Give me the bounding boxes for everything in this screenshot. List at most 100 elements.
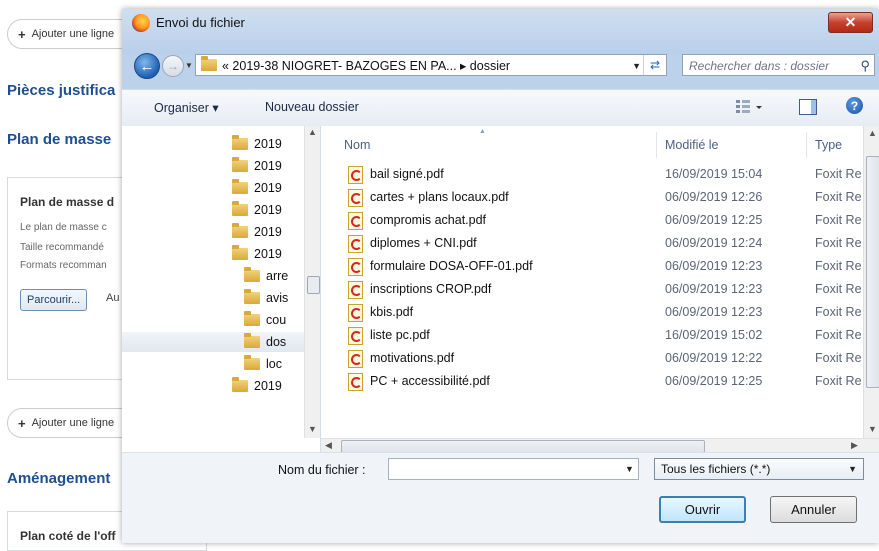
dialog-content: ▲ ▼ 2019 2019 2019 2019 2019 2019 arre avis cou d…	[122, 126, 879, 453]
close-button[interactable]: ✕	[828, 12, 873, 33]
scroll-left-icon[interactable]: ◀	[325, 440, 332, 451]
file-type: Foxit Re	[815, 236, 862, 250]
browse-button[interactable]: Parcourir...	[20, 289, 88, 311]
tree-item[interactable]: 2019	[122, 222, 304, 242]
tree-item[interactable]: arre	[122, 266, 304, 286]
file-row[interactable]: kbis.pdf 06/09/2019 12:23 Foxit Re	[321, 302, 862, 324]
filetype-select[interactable]: Tous les fichiers (*.*) ▼	[654, 458, 864, 480]
dialog-footer: Nom du fichier : ▼ Tous les fichiers (*.…	[122, 452, 879, 543]
file-modified: 16/09/2019 15:02	[665, 328, 763, 342]
folder-icon	[244, 267, 260, 282]
file-row[interactable]: PC + accessibilité.pdf 06/09/2019 12:25 Fo…	[321, 371, 862, 393]
scroll-down-icon[interactable]: ▼	[308, 424, 317, 434]
tree-item-label: 2019	[254, 203, 282, 217]
browse-status: Au	[106, 292, 120, 304]
chevron-down-icon[interactable]: ▼	[632, 61, 641, 71]
card-title: Plan de masse d	[20, 195, 115, 209]
new-folder-button[interactable]: Nouveau dossier	[265, 100, 359, 114]
file-name: liste pc.pdf	[370, 328, 430, 342]
vertical-scrollbar-thumb[interactable]	[866, 156, 879, 388]
add-line-label: Ajouter une ligne	[31, 417, 115, 429]
file-type: Foxit Re	[815, 374, 862, 388]
file-modified: 06/09/2019 12:24	[665, 236, 763, 250]
search-box[interactable]: ⚲	[682, 54, 875, 76]
tree-item[interactable]: 2019	[122, 376, 304, 396]
open-button[interactable]: Ouvrir	[659, 496, 746, 523]
column-header-type[interactable]: Type	[815, 138, 842, 152]
folder-icon	[232, 179, 248, 194]
file-row[interactable]: formulaire DOSA-OFF-01.pdf 06/09/2019 12:…	[321, 256, 862, 278]
tree-item-label: loc	[266, 357, 282, 371]
pdf-file-icon	[348, 235, 363, 253]
scroll-down-icon[interactable]: ▼	[868, 424, 877, 434]
search-icon[interactable]: ⚲	[860, 58, 870, 74]
file-row[interactable]: liste pc.pdf 16/09/2019 15:02 Foxit Re	[321, 325, 862, 347]
tree-item[interactable]: avis	[122, 288, 304, 308]
card-desc-3: Formats recomman	[20, 260, 107, 271]
pdf-file-icon	[348, 373, 363, 391]
file-row[interactable]: motivations.pdf 06/09/2019 12:22 Foxit Re	[321, 348, 862, 370]
refresh-icon[interactable]: ⇄	[643, 55, 666, 75]
section-title-amenagement: Aménagement	[7, 470, 111, 487]
tree-item[interactable]: cou	[122, 310, 304, 330]
back-arrow-icon[interactable]: ←	[134, 53, 160, 79]
tree-item[interactable]: 2019	[122, 200, 304, 220]
column-header-modified[interactable]: Modifié le	[665, 138, 719, 152]
pdf-file-icon	[348, 189, 363, 207]
help-icon[interactable]: ?	[846, 97, 863, 114]
folder-icon	[232, 135, 248, 150]
preview-pane-icon[interactable]	[799, 99, 817, 115]
file-list-horizontal-scrollbar[interactable]: ◀ ▶	[321, 438, 879, 453]
cancel-button[interactable]: Annuler	[770, 496, 857, 523]
tree-item[interactable]: dos	[122, 332, 304, 352]
tree-item[interactable]: loc	[122, 354, 304, 374]
column-separator[interactable]	[656, 132, 657, 158]
file-row[interactable]: bail signé.pdf 16/09/2019 15:04 Foxit Re	[321, 164, 862, 186]
file-row[interactable]: diplomes + CNI.pdf 06/09/2019 12:24 Foxit …	[321, 233, 862, 255]
file-row[interactable]: inscriptions CROP.pdf 06/09/2019 12:23 Fox…	[321, 279, 862, 301]
column-header-name[interactable]: Nom	[344, 138, 370, 152]
file-type: Foxit Re	[815, 190, 862, 204]
tree-item[interactable]: 2019	[122, 156, 304, 176]
tree-item-label: 2019	[254, 247, 282, 261]
tree-item-label: arre	[266, 269, 289, 283]
tree-item-label: avis	[266, 291, 289, 305]
folder-icon	[232, 157, 248, 172]
history-dropdown-icon[interactable]: ▼	[185, 61, 193, 70]
file-list: Nom ▲ Modifié le Type bail signé.pdf 16/0…	[321, 126, 879, 438]
column-separator[interactable]	[806, 132, 807, 158]
tree-item-label: dos	[266, 335, 287, 349]
tree-scrollbar-thumb[interactable]	[307, 276, 320, 294]
search-input[interactable]	[687, 57, 851, 75]
tree-item-label: 2019	[254, 159, 282, 173]
address-bar[interactable]: « 2019-38 NIOGRET- BAZOGES EN PA... ▸ do…	[195, 54, 667, 76]
pdf-file-icon	[348, 258, 363, 276]
forward-arrow-icon[interactable]: →	[162, 55, 184, 77]
tree-item-label: 2019	[254, 181, 282, 195]
tree-item[interactable]: 2019	[122, 244, 304, 264]
tree-scrollbar[interactable]: ▲ ▼	[304, 126, 320, 438]
filename-input[interactable]	[388, 458, 639, 480]
pdf-file-icon	[348, 166, 363, 184]
file-name: motivations.pdf	[370, 351, 455, 365]
add-line-label: Ajouter une ligne	[31, 28, 115, 40]
organize-menu[interactable]: Organiser ▾	[154, 100, 219, 115]
address-path: « 2019-38 NIOGRET- BAZOGES EN PA... ▸ do…	[222, 59, 511, 73]
dialog-toolbar: Organiser ▾ Nouveau dossier	[122, 89, 879, 127]
scroll-up-icon[interactable]: ▲	[868, 128, 877, 138]
file-name: formulaire DOSA-OFF-01.pdf	[370, 259, 533, 273]
scroll-right-icon[interactable]: ▶	[851, 440, 858, 451]
view-options-icon[interactable]	[735, 98, 763, 116]
scroll-up-icon[interactable]: ▲	[308, 127, 317, 137]
folder-icon	[244, 355, 260, 370]
tree-item[interactable]: 2019	[122, 134, 304, 154]
file-row[interactable]: cartes + plans locaux.pdf 06/09/2019 12:2…	[321, 187, 862, 209]
file-list-vertical-scrollbar[interactable]: ▲ ▼	[863, 126, 879, 438]
chevron-down-icon[interactable]: ▼	[625, 464, 634, 474]
folder-icon	[232, 201, 248, 216]
pdf-file-icon	[348, 350, 363, 368]
tree-item[interactable]: 2019	[122, 178, 304, 198]
folder-icon	[244, 333, 260, 348]
pdf-file-icon	[348, 304, 363, 322]
file-row[interactable]: compromis achat.pdf 06/09/2019 12:25 Foxit…	[321, 210, 862, 232]
